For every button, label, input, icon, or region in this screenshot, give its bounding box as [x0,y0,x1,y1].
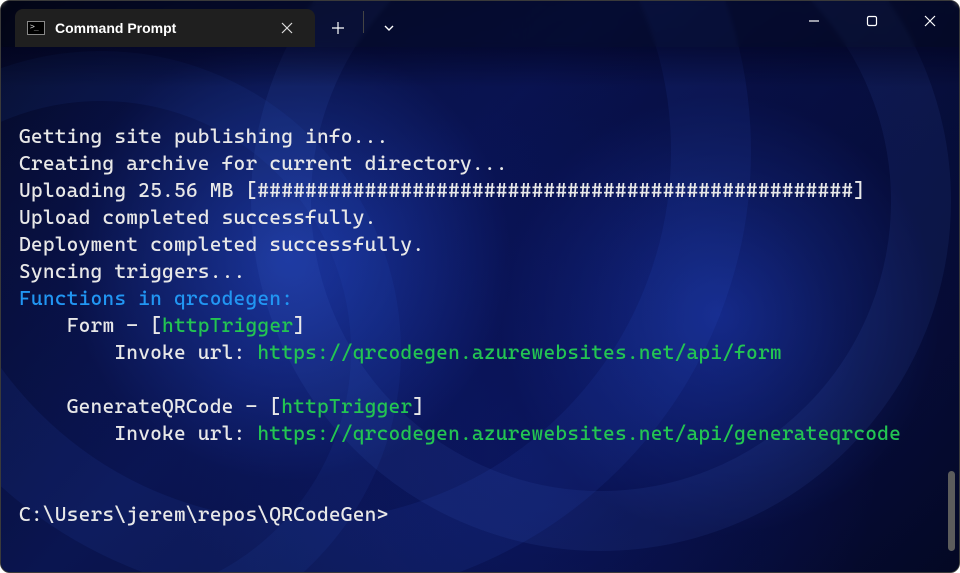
output-line: Syncing triggers... [19,259,245,283]
separator [363,11,364,33]
maximize-icon [866,15,878,27]
tab-dropdown-button[interactable] [366,9,412,47]
cmd-icon [27,21,45,35]
bracket: ] [293,313,305,337]
terminal-window: Command Prompt Getting site publishing i [0,0,960,573]
output-line: Creating archive for current directory..… [19,151,508,175]
invoke-label: Invoke url: [114,421,257,445]
scrollbar-thumb[interactable] [948,471,955,551]
maximize-button[interactable] [843,1,901,41]
close-icon [281,22,293,34]
tab-title: Command Prompt [55,20,263,36]
function-name: GenerateQRCode - [ [67,394,282,418]
minimize-icon [808,15,820,27]
bracket: ] [412,394,424,418]
invoke-url: https://qrcodegen.azurewebsites.net/api/… [257,421,901,445]
indent [19,394,67,418]
indent [19,313,67,337]
plus-icon [331,21,345,35]
window-controls [785,1,959,47]
invoke-url: https://qrcodegen.azurewebsites.net/api/… [257,340,781,364]
new-tab-button[interactable] [315,9,361,47]
indent [19,421,114,445]
output-line: Deployment completed successfully. [19,232,424,256]
chevron-down-icon [383,22,395,34]
tab-close-button[interactable] [273,14,301,42]
output-line: Uploading 25.56 MB [####################… [19,178,865,202]
function-name: Form - [ [67,313,162,337]
output-line: Functions in qrcodegen: [19,286,293,310]
prompt-line: C:\Users\jerem\repos\QRCodeGen> [19,502,388,526]
output-line: Upload completed successfully. [19,205,377,229]
trigger-type: httpTrigger [162,313,293,337]
output-line: Getting site publishing info... [19,124,388,148]
titlebar[interactable]: Command Prompt [1,1,959,47]
close-window-button[interactable] [901,1,959,41]
terminal-output[interactable]: Getting site publishing info... Creating… [1,47,959,572]
close-icon [924,15,936,27]
invoke-label: Invoke url: [114,340,257,364]
minimize-button[interactable] [785,1,843,41]
tab-command-prompt[interactable]: Command Prompt [15,9,315,47]
indent [19,340,114,364]
trigger-type: httpTrigger [281,394,412,418]
